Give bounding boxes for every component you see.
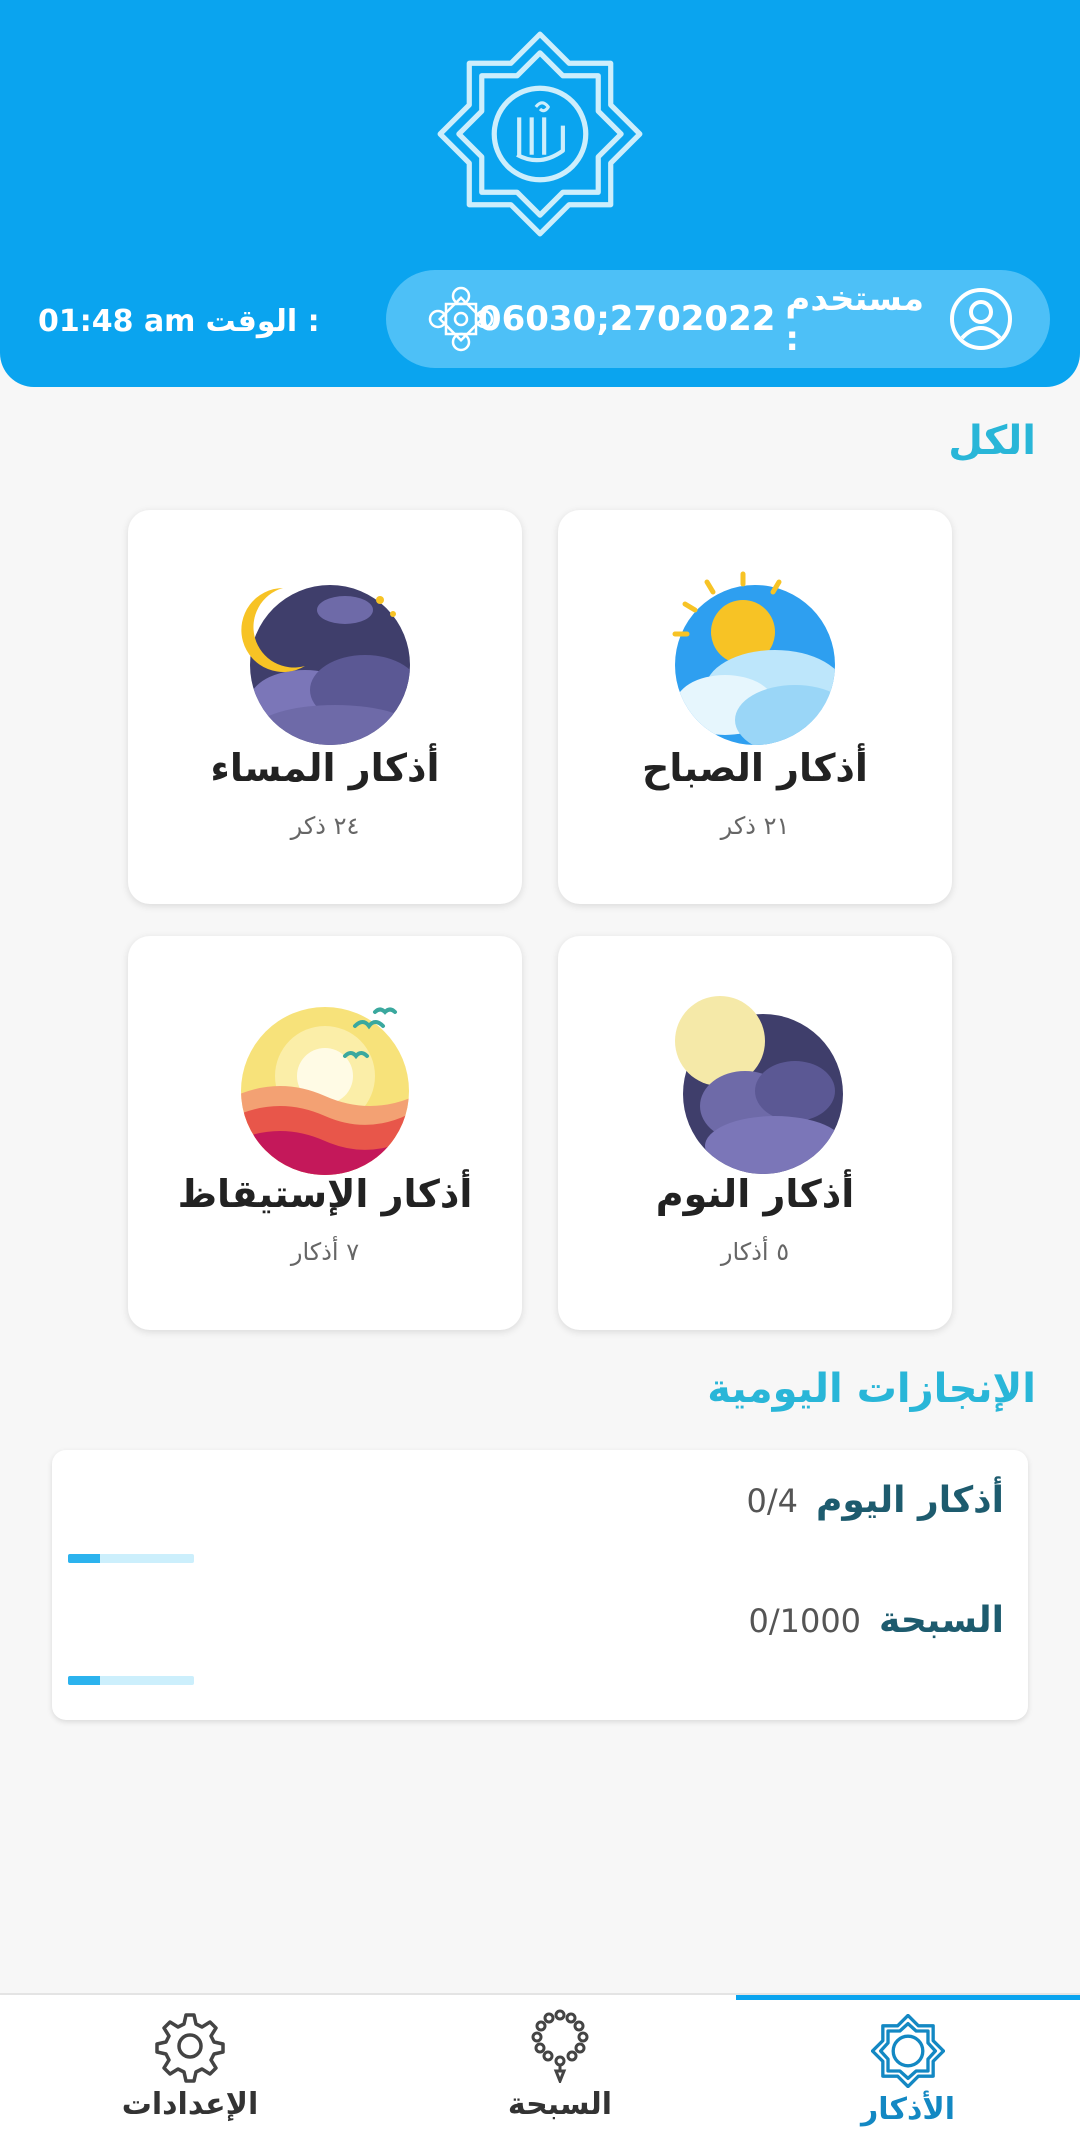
- wakeup-sunrise-icon: [241, 1007, 409, 1175]
- section-title-achievements: الإنجازات اليومية: [707, 1366, 1036, 1412]
- card-count: ٧ أذكار: [290, 1238, 360, 1266]
- card-count: ٥ أذكار: [720, 1238, 790, 1266]
- achievements-card: أذكار اليوم 0/4 السبحة 0/1000: [52, 1450, 1028, 1720]
- nav-label: الإعدادات: [121, 2087, 259, 2122]
- prayer-beads-icon: [531, 2009, 589, 2083]
- achievement-count: 0/4: [746, 1481, 798, 1520]
- nav-label: الأذكار: [861, 2092, 955, 2127]
- card-sleep-adhkar[interactable]: أذكار النوم ٥ أذكار: [558, 936, 952, 1330]
- card-morning-adhkar[interactable]: أذكار الصباح ٢١ ذكر: [558, 510, 952, 904]
- user-pill[interactable]: 06030;2702022 مستخدم :: [386, 270, 1050, 368]
- allah-star-logo-icon: [437, 31, 643, 237]
- time-value: 01:48 am: [38, 303, 196, 339]
- card-evening-adhkar[interactable]: أذكار المساء ٢٤ ذكر: [128, 510, 522, 904]
- achievement-label: أذكار اليوم: [815, 1480, 1004, 1521]
- progress-fill: [68, 1554, 100, 1563]
- achievement-count: 0/1000: [748, 1601, 862, 1640]
- card-title: أذكار النوم: [655, 1172, 855, 1216]
- time-display: 01:48 am الوقت :: [38, 298, 320, 344]
- sleep-moon-icon: [675, 996, 843, 1174]
- section-title-all: الكل: [948, 418, 1036, 464]
- evening-moon-icon: [241, 585, 410, 745]
- gear-icon: [155, 2013, 225, 2083]
- achievement-row-tasbih: السبحة 0/1000: [748, 1600, 1004, 1641]
- card-title: أذكار المساء: [210, 746, 440, 790]
- card-wakeup-adhkar[interactable]: أذكار الإستيقاظ ٧ أذكار: [128, 936, 522, 1330]
- progress-bar-tasbih: [68, 1676, 194, 1685]
- achievement-label: السبحة: [879, 1600, 1004, 1641]
- nav-item-settings[interactable]: الإعدادات: [10, 1995, 370, 2132]
- user-label: مستخدم :: [785, 279, 924, 359]
- nav-label: السبحة: [507, 2087, 613, 2122]
- card-count: ٢١ ذكر: [720, 812, 790, 840]
- card-title: أذكار الإستيقاظ: [177, 1172, 473, 1216]
- achievement-row-daily-adhkar: أذكار اليوم 0/4: [746, 1480, 1004, 1521]
- user-id: 06030;2702022: [477, 299, 776, 339]
- nav-item-adhkar[interactable]: الأذكار: [736, 1995, 1080, 2132]
- card-title: أذكار الصباح: [642, 746, 868, 790]
- progress-bar-daily-adhkar: [68, 1554, 194, 1563]
- progress-fill: [68, 1676, 100, 1685]
- app-header: 01:48 am الوقت : 06030;2702022 مستخدم :: [0, 0, 1080, 387]
- user-avatar-icon[interactable]: [948, 286, 1014, 352]
- user-info-text: 06030;2702022 مستخدم :: [478, 279, 924, 359]
- card-count: ٢٤ ذكر: [290, 812, 360, 840]
- morning-sun-icon: [672, 571, 835, 745]
- time-label: الوقت :: [205, 303, 320, 339]
- nav-item-tasbih[interactable]: السبحة: [380, 1995, 740, 2132]
- allah-star-icon: [871, 2014, 945, 2088]
- bottom-nav: الإعدادات السبحة الأذكار: [0, 1993, 1080, 2132]
